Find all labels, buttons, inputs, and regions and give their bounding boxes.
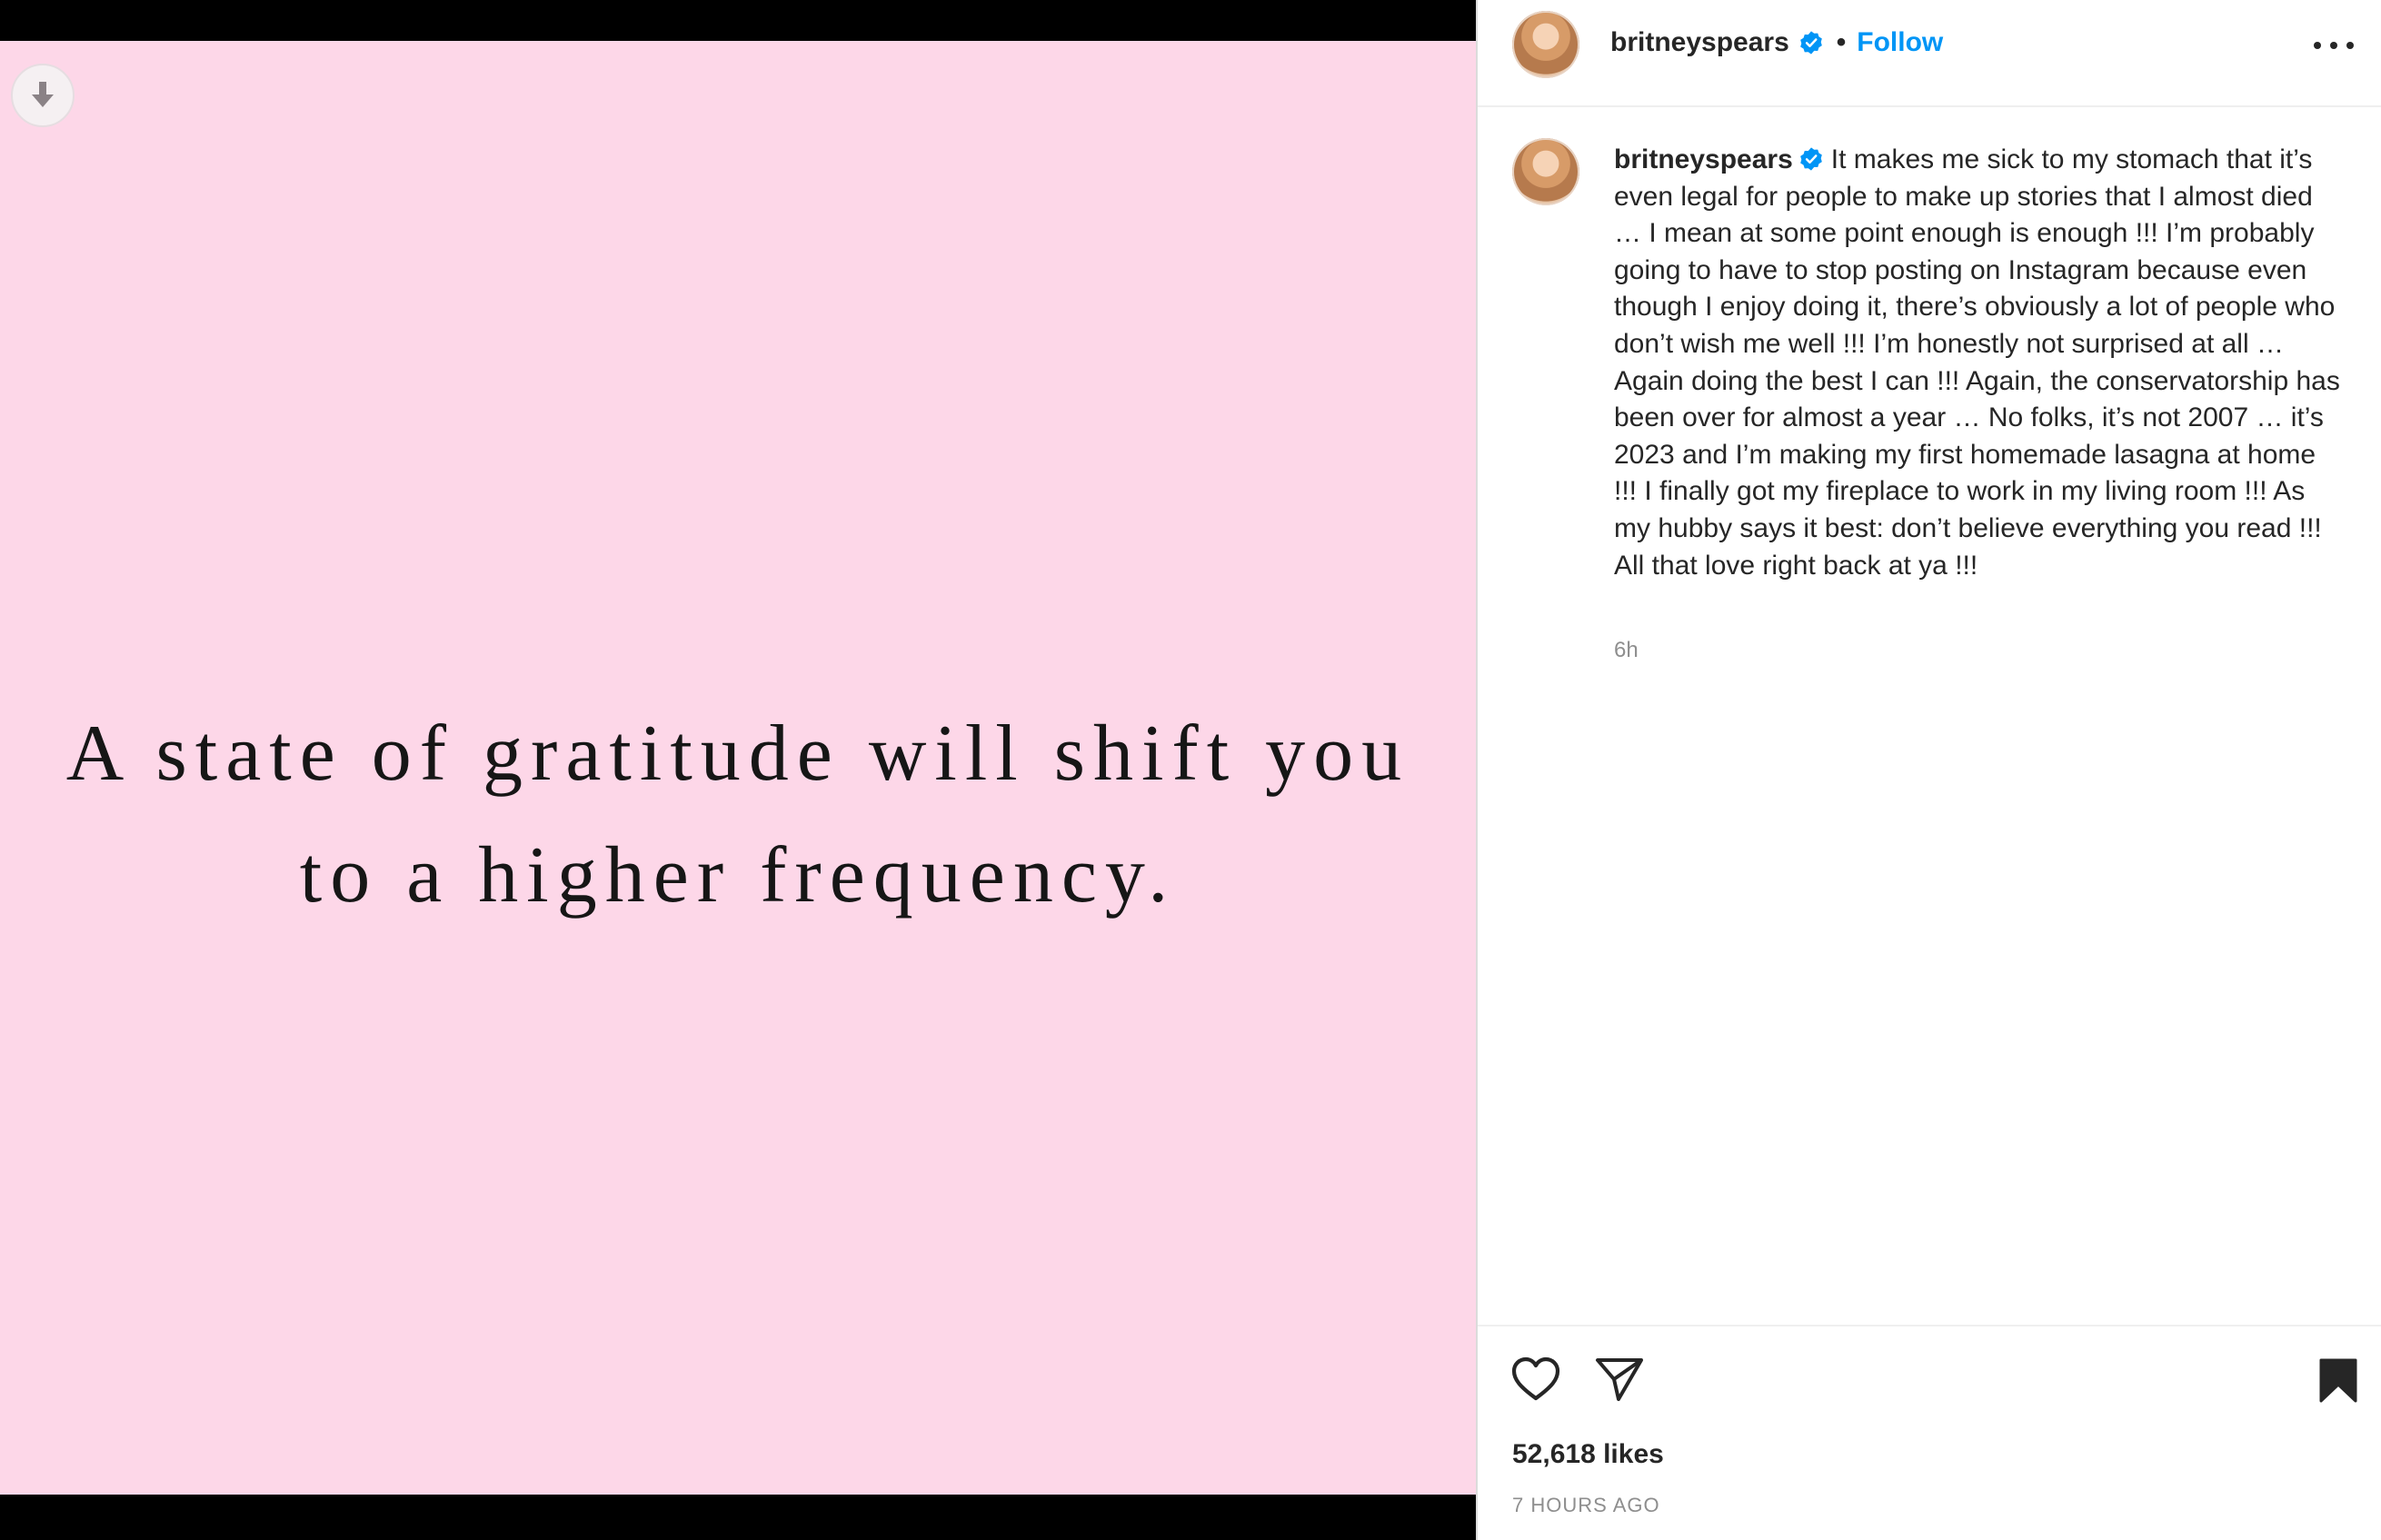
post-time-ago[interactable]: 7 HOURS AGO bbox=[1512, 1494, 1660, 1517]
caption-text: It makes me sick to my stomach that it’s… bbox=[1614, 144, 2340, 581]
caption-avatar[interactable] bbox=[1512, 138, 1579, 205]
verified-badge-icon bbox=[1799, 31, 1822, 55]
likes-count[interactable]: 52,618 likes bbox=[1512, 1439, 1664, 1470]
like-button[interactable] bbox=[1510, 1356, 1561, 1407]
send-icon bbox=[1596, 1358, 1643, 1401]
save-button[interactable] bbox=[2317, 1357, 2359, 1409]
caption-username[interactable]: britneyspears bbox=[1614, 144, 1793, 174]
post-image: A state of gratitude will shift you to a… bbox=[0, 41, 1476, 1495]
quote-line-1: A state of gratitude will shift you bbox=[65, 710, 1410, 798]
post-actions: 52,618 likes 7 HOURS AGO bbox=[1478, 1325, 2381, 1540]
more-options-icon[interactable] bbox=[2314, 35, 2354, 56]
share-button[interactable] bbox=[1594, 1356, 1645, 1407]
verified-badge-icon bbox=[1799, 147, 1822, 171]
arrow-down-icon bbox=[32, 82, 54, 107]
post-media-area: A state of gratitude will shift you to a… bbox=[0, 0, 1476, 1540]
separator-dot: • bbox=[1836, 27, 1847, 57]
header-username[interactable]: britneyspears bbox=[1610, 27, 1789, 58]
post-header: britneyspears • Follow bbox=[1478, 0, 2381, 107]
follow-button[interactable]: Follow bbox=[1857, 27, 1943, 58]
caption-timestamp[interactable]: 6h bbox=[1614, 638, 1639, 663]
heart-icon bbox=[1511, 1356, 1560, 1401]
quote-text: A state of gratitude will shift you to a… bbox=[0, 693, 1476, 937]
post-caption: britneyspears It makes me sick to my sto… bbox=[1614, 142, 2341, 584]
download-button[interactable] bbox=[11, 64, 75, 127]
bookmark-icon bbox=[2319, 1358, 2357, 1403]
post-side-panel: britneyspears • Follow britneyspears It … bbox=[1476, 0, 2381, 1540]
avatar[interactable] bbox=[1512, 11, 1579, 78]
header-user-row: britneyspears • Follow bbox=[1610, 27, 1943, 58]
quote-line-2: to a higher frequency. bbox=[299, 831, 1177, 919]
